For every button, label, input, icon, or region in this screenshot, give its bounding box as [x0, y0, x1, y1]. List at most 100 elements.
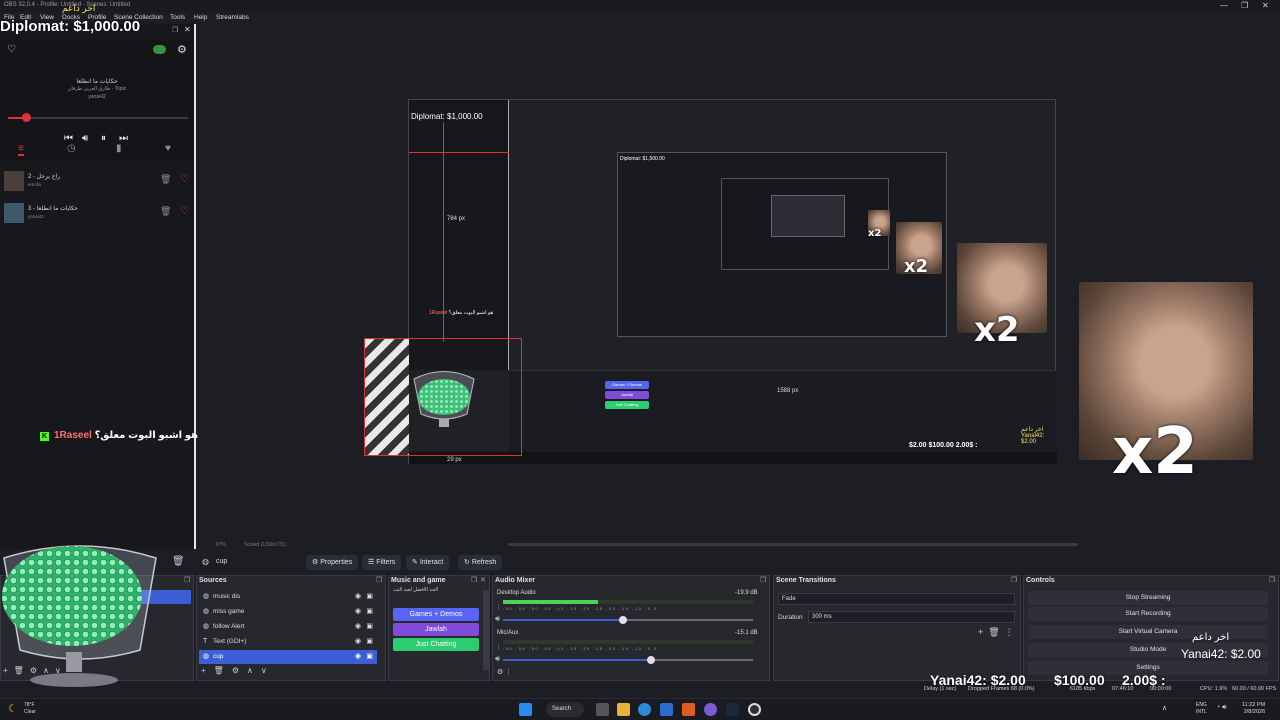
dock-float-icon[interactable]: ❐ — [471, 576, 477, 584]
start-virtual-camera-button[interactable]: Start Virtual Camera — [1028, 625, 1268, 639]
weather-icon[interactable]: ☾ — [8, 702, 18, 715]
seek-knob[interactable] — [22, 113, 31, 122]
speaker-icon[interactable]: 🔊︎ — [495, 614, 500, 624]
volume-slider[interactable] — [503, 616, 753, 624]
heart-icon[interactable]: ♡ — [180, 174, 189, 185]
games-demos-button[interactable]: Games + Demos — [393, 608, 479, 621]
dock-menu-icon[interactable]: ❐ — [1269, 576, 1275, 584]
language-indicator[interactable]: ENG INTL — [1196, 702, 1207, 716]
browser-source-icon: ◍ — [203, 608, 210, 615]
refresh-button[interactable]: ↻ Refresh — [458, 555, 503, 570]
queue-item[interactable]: 2 - راح يرحل emofix 🗑︎ ♡ — [4, 171, 192, 199]
trash-icon[interactable]: 🗑︎ — [160, 174, 171, 185]
file-explorer-icon[interactable] — [617, 703, 630, 716]
nested-chat-user: 1Raseel — [429, 310, 448, 316]
properties-button[interactable]: ⚙ Properties — [306, 555, 359, 570]
meter-level — [503, 600, 598, 604]
maximize-icon[interactable]: ❐ — [1241, 1, 1248, 10]
just-chatting-button[interactable]: Just Chatting — [393, 638, 479, 651]
edge-icon[interactable] — [638, 703, 651, 716]
selected-source-bounds[interactable] — [364, 338, 522, 456]
gear-icon[interactable]: ⚙ — [177, 43, 187, 56]
interact-button[interactable]: ✎ Interact — [406, 555, 450, 570]
nested-donor: اخر داعم Yanai42: $2.00 — [1021, 427, 1045, 445]
store-icon[interactable] — [660, 703, 673, 716]
sources-toolbar[interactable]: +🗑︎⚙∧∨ — [201, 666, 275, 675]
history-tab-icon[interactable]: ◷ — [67, 143, 76, 154]
jawlah-button[interactable]: Jawlah — [393, 623, 479, 636]
stop-streaming-button[interactable]: Stop Streaming — [1028, 591, 1268, 605]
dock-menu-icon[interactable]: ❐ — [760, 576, 766, 584]
lock-icon[interactable]: ▣ — [366, 650, 373, 664]
nested-money: $2.00 $100.00 2.00$ : — [909, 442, 978, 449]
dock-close-icon[interactable]: ✕ — [480, 576, 486, 584]
transition-select[interactable]: Fade — [778, 593, 1015, 605]
source-item[interactable]: ◍ music dis ◉ ▣ — [199, 590, 377, 604]
source-item[interactable]: ◍ cup ◉ ▣ — [199, 650, 377, 664]
eye-icon[interactable]: ◉ — [355, 620, 361, 634]
favorites-tab-icon[interactable]: ♥ — [165, 143, 171, 154]
trash-icon[interactable]: 🗑︎ — [172, 556, 185, 567]
favorite-heart-icon[interactable]: ♡ — [7, 44, 16, 55]
volume-meter — [503, 640, 753, 644]
close-icon[interactable]: ✕ — [1262, 1, 1269, 10]
speaker-icon[interactable]: 🔊︎ — [495, 654, 500, 664]
mixer-settings-icon[interactable]: ⚙ ⋮ — [497, 668, 512, 676]
menu-tools[interactable]: Tools — [170, 14, 185, 21]
dock-menu-icon[interactable]: ❐ — [376, 576, 382, 584]
minimize-icon[interactable]: — — [1220, 1, 1228, 10]
preview-scrollbar[interactable] — [508, 543, 1078, 546]
kebab-icon[interactable]: ⋮ — [495, 603, 502, 611]
brave-icon[interactable] — [682, 703, 695, 716]
status-bar: Delay (1 sec) Dropped Frames 68 (0.0%) 6… — [198, 684, 1280, 696]
volume-slider[interactable] — [503, 656, 753, 664]
seek-bar[interactable] — [8, 113, 188, 122]
eye-icon[interactable]: ◉ — [355, 605, 361, 619]
kebab-icon[interactable]: ⋮ — [495, 643, 502, 651]
source-item[interactable]: T Text (GDI+) ◉ ▣ — [199, 635, 377, 649]
clock[interactable]: 11:22 PM 2/8/2026 — [1242, 702, 1265, 716]
dock-menu-icon[interactable]: ❐ — [1011, 576, 1017, 584]
start-recording-button[interactable]: Start Recording — [1028, 607, 1268, 621]
menu-help[interactable]: Help — [194, 14, 207, 21]
lock-icon[interactable]: ▣ — [366, 635, 373, 649]
tray-arrow-icon[interactable]: ∧ — [1162, 704, 1167, 712]
menu-streamlabs[interactable]: Streamlabs — [216, 14, 249, 21]
discord-icon[interactable] — [704, 703, 717, 716]
dock-menu-icon[interactable]: ❐ — [184, 576, 190, 584]
scrollbar[interactable] — [483, 590, 489, 670]
source-item[interactable]: ◍ miss game ◉ ▣ — [199, 605, 377, 619]
dock-float-icon[interactable]: ❐ — [172, 26, 178, 34]
task-view-icon[interactable] — [596, 703, 609, 716]
window-titlebar: OBS 32.0.4 - Profile: Untitled - Scenes:… — [0, 0, 1280, 12]
weather-widget[interactable]: 78°F Clear — [24, 702, 36, 716]
lock-icon[interactable]: ▣ — [366, 605, 373, 619]
windows-start-icon[interactable] — [519, 703, 532, 716]
eye-icon[interactable]: ◉ — [355, 635, 361, 649]
obs-icon[interactable] — [748, 703, 761, 716]
text-source-icon: T — [203, 638, 208, 645]
eye-icon[interactable]: ◉ — [355, 590, 361, 604]
dock-close-icon[interactable]: ✕ — [184, 25, 191, 34]
heart-icon[interactable]: ♡ — [180, 206, 189, 217]
network-icon[interactable]: ◔ 🔊︎ — [1216, 704, 1227, 712]
source-item[interactable]: ◍ follow Alert ◉ ▣ — [199, 620, 377, 634]
duration-input[interactable]: 300 ms — [808, 611, 1015, 623]
lock-icon[interactable]: ▣ — [366, 590, 373, 604]
queue-tab-icon[interactable]: ≡ — [18, 143, 24, 156]
lock-icon[interactable]: ▣ — [366, 620, 373, 634]
stats-tab-icon[interactable]: ▮ — [116, 143, 122, 154]
eye-icon[interactable]: ◉ — [355, 650, 361, 664]
latest-donor-value: Yanai42: $2.00 — [1181, 647, 1261, 661]
volume-knob[interactable] — [646, 656, 655, 664]
trash-icon[interactable]: 🗑︎ — [160, 206, 171, 217]
zoom-level: 87% — [216, 542, 227, 548]
filters-button[interactable]: ☰ Filters — [362, 555, 402, 570]
status-toggle[interactable] — [153, 45, 166, 54]
steam-icon[interactable] — [726, 703, 739, 716]
taskbar-search[interactable]: Search — [546, 702, 584, 717]
queue-item[interactable]: 3 - حكايات ما انطلعا yanai42 🗑︎ ♡ — [4, 203, 192, 231]
volume-knob[interactable] — [619, 616, 627, 624]
volume-fill — [503, 619, 623, 621]
transition-toolbar[interactable]: +🗑︎⋮ — [978, 627, 1019, 638]
